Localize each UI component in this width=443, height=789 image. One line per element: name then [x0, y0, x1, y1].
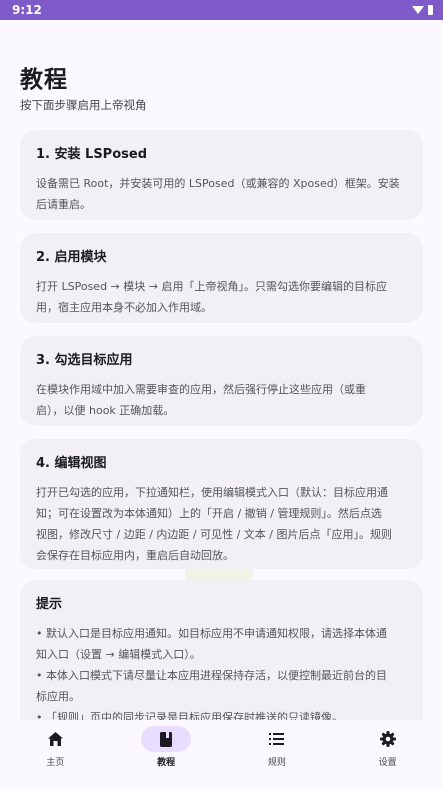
- nav-icon-container: [252, 726, 302, 752]
- wifi-icon: [412, 6, 424, 14]
- step-card-select-target: 3. 勾选目标应用 在模块作用域中加入需要审查的应用，然后强行停止这些应用（或重…: [20, 336, 423, 426]
- card-line: 后请重启。: [36, 198, 91, 211]
- book-icon: [160, 731, 173, 747]
- status-bar: 9:12: [0, 0, 443, 20]
- nav-item-settings[interactable]: 设置: [343, 726, 433, 768]
- nav-icon-container: [30, 726, 80, 752]
- card-line: 设备需已 Root，并安装可用的 LSPosed（或兼容的 Xposed）框架。…: [36, 177, 400, 190]
- card-title: 3. 勾选目标应用: [36, 353, 133, 368]
- step-card-install: 1. 安装 LSPosed 设备需已 Root，并安装可用的 LSPosed（或…: [20, 130, 423, 220]
- card-line: 标应用。: [36, 690, 80, 703]
- card-line: 知入口（设置 → 编辑模式入口）。: [36, 648, 201, 661]
- nav-icon-container: [141, 726, 192, 752]
- card-body: 设备需已 Root，并安装可用的 LSPosed（或兼容的 Xposed）框架。…: [36, 173, 407, 215]
- nav-item-rules[interactable]: 规则: [232, 726, 322, 768]
- card-body: 在模块作用域中加入需要审查的应用，然后强行停止这些应用（或重 启），以便 hoo…: [36, 379, 407, 421]
- battery-icon: [428, 5, 433, 15]
- card-line: 打开 LSPosed → 模块 → 启用「上帝视角」。只需勾选你要编辑的目标应: [36, 280, 387, 293]
- card-title: 2. 启用模块: [36, 250, 107, 265]
- card-line: 会保存在目标应用内，重启后自动回放。: [36, 549, 234, 562]
- tips-card: 提示 • 默认入口是目标应用通知。如目标应用不申请通知权限，请选择本体通 知入口…: [20, 580, 423, 730]
- nav-label: 教程: [157, 758, 176, 768]
- card-line: • 本体入口模式下请尽量让本应用进程保持存活，以便控制最近前台的目: [36, 669, 387, 682]
- card-line: 启），以便 hook 正确加载。: [36, 404, 175, 417]
- card-line: • 默认入口是目标应用通知。如目标应用不申请通知权限，请选择本体通: [36, 627, 387, 640]
- card-body: 打开 LSPosed → 模块 → 启用「上帝视角」。只需勾选你要编辑的目标应 …: [36, 276, 407, 318]
- card-line: 视图，修改尺寸 / 边距 / 内边距 / 可见性 / 文本 / 图片后点「应用」…: [36, 528, 392, 541]
- page-subtitle: 按下面步骤启用上帝视角: [20, 98, 147, 112]
- card-line: 打开已勾选的应用，下拉通知栏，使用编辑模式入口（默认：目标应用通: [36, 486, 388, 499]
- step-card-enable-module: 2. 启用模块 打开 LSPosed → 模块 → 启用「上帝视角」。只需勾选你…: [20, 233, 423, 323]
- list-icon: [269, 733, 285, 745]
- card-line: 在模块作用域中加入需要审查的应用，然后强行停止这些应用（或重: [36, 383, 366, 396]
- card-body: • 默认入口是目标应用通知。如目标应用不申请通知权限，请选择本体通 知入口（设置…: [36, 623, 407, 728]
- home-icon: [47, 732, 63, 746]
- nav-icon-container: [363, 726, 413, 752]
- card-line: 知；可在设置改为本体通知）上的「开启 / 撤销 / 管理规则」。然后点选: [36, 507, 382, 520]
- status-time: 9:12: [12, 3, 42, 17]
- bottom-navigation: 主页 教程 规则 设置: [0, 720, 443, 789]
- card-body: 打开已勾选的应用，下拉通知栏，使用编辑模式入口（默认：目标应用通 知；可在设置改…: [36, 482, 407, 566]
- nav-item-tutorial[interactable]: 教程: [121, 726, 211, 768]
- gear-icon: [379, 731, 396, 747]
- status-icons: [412, 5, 433, 15]
- step-card-edit-view: 4. 编辑视图 打开已勾选的应用，下拉通知栏，使用编辑模式入口（默认：目标应用通…: [20, 439, 423, 569]
- nav-label: 主页: [46, 758, 65, 768]
- card-title: 提示: [36, 597, 63, 612]
- nav-label: 规则: [267, 758, 286, 768]
- card-title: 4. 编辑视图: [36, 456, 107, 471]
- page-title: 教程: [20, 67, 68, 93]
- nav-label: 设置: [378, 758, 397, 768]
- card-title: 1. 安装 LSPosed: [36, 147, 148, 162]
- nav-item-home[interactable]: 主页: [10, 726, 100, 768]
- card-line: 用，宿主应用本身不必加入作用域。: [36, 301, 212, 314]
